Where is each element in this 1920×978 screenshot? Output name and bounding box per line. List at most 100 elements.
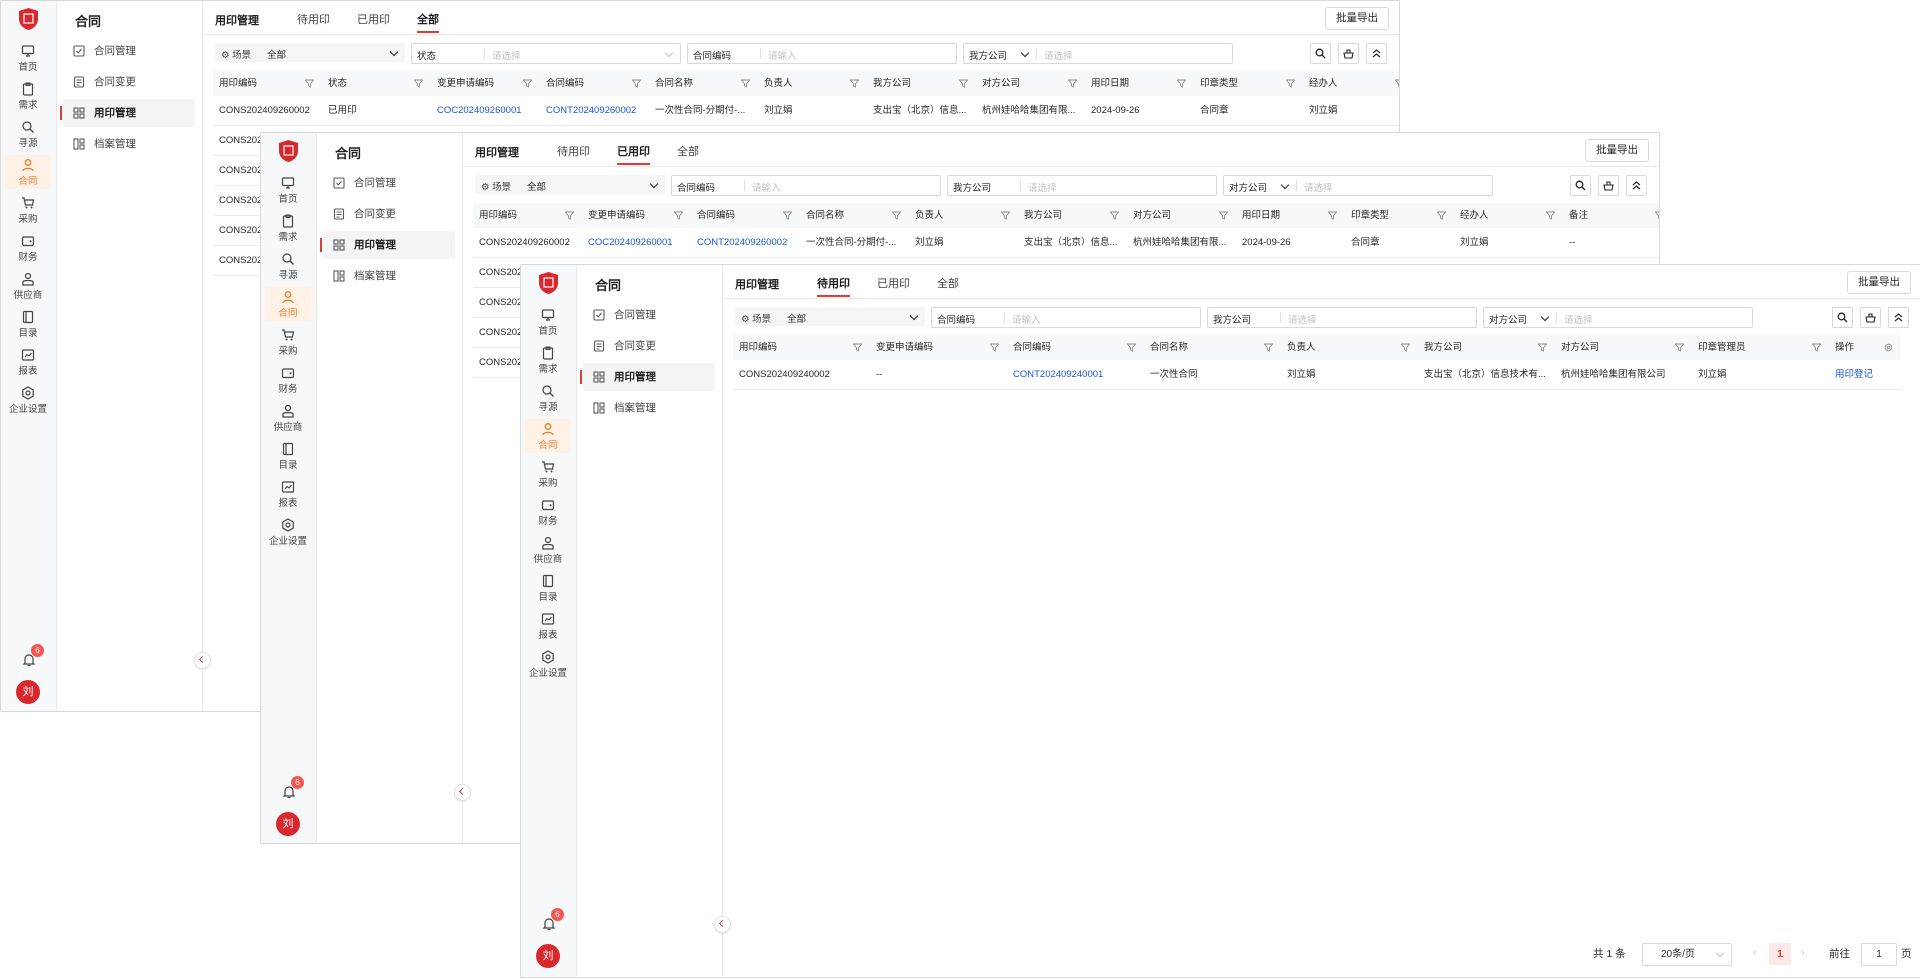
collapse-filter-button[interactable] — [1626, 175, 1647, 196]
rail-item-cart[interactable]: 采购 — [265, 325, 311, 359]
submenu-contract-management[interactable]: 合同管理 — [583, 301, 715, 329]
rail-item-wallet[interactable]: 财务 — [5, 231, 51, 265]
submenu-contract-management[interactable]: 合同管理 — [63, 37, 195, 65]
rail-item-book[interactable]: 目录 — [525, 571, 571, 605]
submenu-contract-change[interactable]: 合同变更 — [583, 332, 715, 360]
rail-item-search-doc[interactable]: 寻源 — [265, 249, 311, 283]
rail-item-report[interactable]: 报表 — [265, 477, 311, 511]
submenu-archive-management[interactable]: 档案管理 — [63, 130, 195, 158]
column-header[interactable]: 对方公司 — [1127, 203, 1237, 228]
counterparty-filter[interactable]: 对方公司 请选择 — [1483, 307, 1753, 328]
column-header[interactable]: 用印编码 — [213, 71, 323, 96]
column-header[interactable]: 备注 — [1563, 203, 1659, 228]
batch-export-button[interactable]: 批量导出 — [1847, 271, 1911, 294]
rail-item-settings[interactable]: 企业设置 — [525, 647, 571, 681]
submenu-seal-management[interactable]: 用印管理 — [60, 99, 195, 127]
rail-item-clipboard[interactable]: 需求 — [525, 343, 571, 377]
counterparty-filter[interactable]: 对方公司 请选择 — [1223, 175, 1493, 196]
clear-button[interactable] — [1860, 307, 1881, 328]
table-cell-link[interactable]: COC202409260001 — [582, 228, 691, 257]
rail-item-clipboard[interactable]: 需求 — [5, 79, 51, 113]
column-header[interactable]: 经办人 — [1454, 203, 1564, 228]
column-header[interactable]: 合同名称 — [649, 71, 759, 96]
column-header[interactable]: 合同名称 — [1144, 335, 1282, 360]
search-button[interactable] — [1310, 43, 1331, 64]
collapse-filter-button[interactable] — [1888, 307, 1909, 328]
submenu-seal-management[interactable]: 用印管理 — [320, 231, 455, 259]
tab-done[interactable]: 已用印 — [357, 11, 390, 27]
batch-export-button[interactable]: 批量导出 — [1585, 139, 1649, 162]
submenu-contract-change[interactable]: 合同变更 — [323, 200, 455, 228]
rail-item-book[interactable]: 目录 — [5, 307, 51, 341]
column-header[interactable]: 用印日期 — [1236, 203, 1346, 228]
contract-code-filter[interactable]: 合同编码 请输入 — [671, 175, 941, 196]
rail-item-monitor[interactable]: 首页 — [265, 173, 311, 207]
rail-item-supplier[interactable]: 供应商 — [265, 401, 311, 435]
column-header[interactable]: 合同名称 — [800, 203, 910, 228]
rail-item-book[interactable]: 目录 — [265, 439, 311, 473]
column-header[interactable]: 对方公司 — [1555, 335, 1693, 360]
status-filter[interactable]: 状态 请选择 — [411, 43, 681, 64]
rail-item-monitor[interactable]: 首页 — [5, 41, 51, 75]
our-company-filter[interactable]: 我方公司 请选择 — [947, 175, 1217, 196]
column-header[interactable]: 经办人 — [1303, 71, 1399, 96]
contract-code-filter[interactable]: 合同编码 请输入 — [687, 43, 957, 64]
tab-all[interactable]: 全部 — [677, 143, 699, 159]
search-button[interactable] — [1832, 307, 1853, 328]
our-company-filter[interactable]: 我方公司 请选择 — [963, 43, 1233, 64]
rail-item-wallet[interactable]: 财务 — [525, 495, 571, 529]
column-header[interactable]: 合同编码 — [1007, 335, 1145, 360]
column-header[interactable]: 用印日期 — [1085, 71, 1195, 96]
scene-select[interactable]: ⚙ 场景 全部 — [475, 175, 665, 194]
scene-select[interactable]: ⚙ 场景 全部 — [215, 43, 405, 62]
submenu-archive-management[interactable]: 档案管理 — [583, 394, 715, 422]
rail-item-search-doc[interactable]: 寻源 — [525, 381, 571, 415]
column-header[interactable]: 对方公司 — [976, 71, 1086, 96]
rail-item-supplier[interactable]: 供应商 — [525, 533, 571, 567]
column-header[interactable]: 变更申请编码 — [870, 335, 1008, 360]
batch-export-button[interactable]: 批量导出 — [1325, 7, 1389, 30]
tab-pending[interactable]: 待用印 — [557, 143, 590, 159]
notification-bell-icon[interactable]: 6 — [21, 644, 44, 668]
submenu-contract-change[interactable]: 合同变更 — [63, 68, 195, 96]
goto-page-input[interactable]: 1 — [1861, 943, 1897, 966]
collapse-filter-button[interactable] — [1366, 43, 1387, 64]
column-header[interactable]: 用印编码 — [733, 335, 871, 360]
rail-item-clipboard[interactable]: 需求 — [265, 211, 311, 245]
scene-select[interactable]: ⚙ 场景 全部 — [735, 307, 925, 326]
column-header[interactable]: 印章管理员 — [1692, 335, 1830, 360]
clear-button[interactable] — [1598, 175, 1619, 196]
column-header[interactable]: 我方公司 — [1018, 203, 1128, 228]
column-header[interactable]: 负责人 — [909, 203, 1019, 228]
rail-item-person[interactable]: 合同 — [525, 419, 571, 453]
rail-item-search-doc[interactable]: 寻源 — [5, 117, 51, 151]
rail-item-cart[interactable]: 采购 — [525, 457, 571, 491]
user-avatar[interactable]: 刘 — [536, 944, 560, 968]
tab-all[interactable]: 全部 — [937, 275, 959, 291]
column-header[interactable]: 印章类型 — [1345, 203, 1455, 228]
user-avatar[interactable]: 刘 — [276, 812, 300, 836]
user-avatar[interactable]: 刘 — [16, 680, 40, 704]
rail-item-monitor[interactable]: 首页 — [525, 305, 571, 339]
search-button[interactable] — [1570, 175, 1591, 196]
tab-done[interactable]: 已用印 — [877, 275, 910, 291]
column-header[interactable]: 我方公司 — [1418, 335, 1556, 360]
column-header[interactable]: 我方公司 — [867, 71, 977, 96]
table-cell-link[interactable]: CONT202409260002 — [691, 228, 800, 257]
register-seal-link[interactable]: 用印登记 — [1829, 360, 1901, 389]
submenu-seal-management[interactable]: 用印管理 — [580, 363, 715, 391]
notification-bell-icon[interactable]: 6 — [281, 776, 304, 800]
column-header[interactable]: 用印编码 — [473, 203, 583, 228]
submenu-contract-management[interactable]: 合同管理 — [323, 169, 455, 197]
our-company-filter[interactable]: 我方公司 请选择 — [1207, 307, 1477, 328]
column-header[interactable]: 合同编码 — [540, 71, 650, 96]
rail-item-person[interactable]: 合同 — [265, 287, 311, 321]
column-header[interactable]: 负责人 — [758, 71, 868, 96]
table-row[interactable]: CONS202409260002 COC202409260001 CONT20240… — [473, 228, 1659, 258]
column-header[interactable]: 印章类型 — [1194, 71, 1304, 96]
column-header[interactable]: 状态 — [322, 71, 432, 96]
notification-bell-icon[interactable]: 6 — [541, 908, 564, 932]
table-cell-link[interactable]: CONT202409260002 — [540, 96, 649, 125]
column-header[interactable]: 合同编码 — [691, 203, 801, 228]
contract-code-filter[interactable]: 合同编码 请输入 — [931, 307, 1201, 328]
